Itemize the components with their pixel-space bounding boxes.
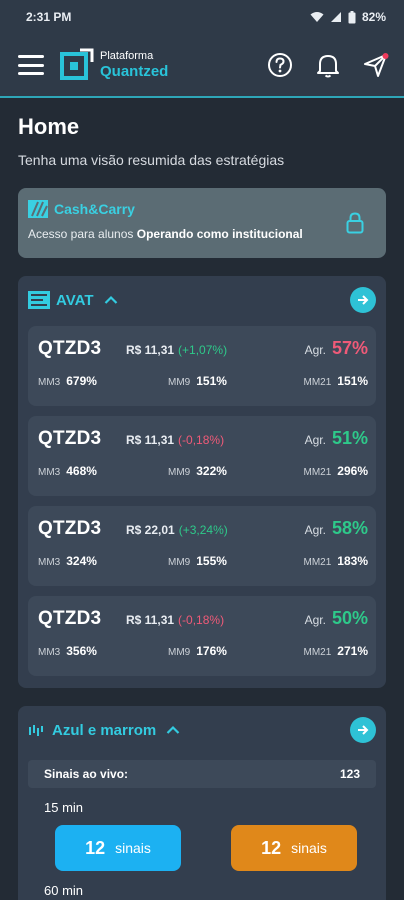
cash-carry-title: Cash&Carry [54, 201, 135, 217]
price-change: (-0,18%) [178, 433, 225, 447]
chevron-up-icon[interactable] [104, 295, 118, 305]
quantzed-logo-icon [60, 48, 94, 80]
live-signals-label: Sinais ao vivo: [44, 767, 129, 781]
menu-button[interactable] [18, 55, 44, 75]
stock-row[interactable]: QTZD3 R$ 11,31 (-0,18%) Agr. 51% MM3 468% MM9 32… [28, 416, 376, 496]
mm21-label: MM21 [303, 557, 332, 568]
aggression-value: 58% [331, 518, 368, 538]
page-subtitle: Tenha uma visão resumida das estratégias [18, 152, 285, 168]
mm21-label: MM21 [303, 467, 332, 478]
aggression-label: Agr. [304, 613, 326, 627]
send-button[interactable] [362, 51, 390, 79]
cash-carry-icon [28, 200, 48, 218]
arrow-right-icon [358, 295, 369, 305]
app-logo: Plataforma Quantzed [60, 48, 168, 82]
orange-signals-count: 12 [261, 837, 282, 858]
main-content: Home Tenha uma visão resumida das estrat… [0, 100, 404, 900]
cash-carry-card[interactable]: Cash&Carry Acesso para alunos Operando c… [18, 188, 386, 258]
mm9-label: MM9 [168, 557, 191, 568]
ticker: QTZD3 [38, 518, 102, 539]
stock-row[interactable]: QTZD3 R$ 22,01 (+3,24%) Agr. 58% MM3 324% MM9 15… [28, 506, 376, 586]
mm3-label: MM3 [38, 647, 61, 658]
aggression-value: 51% [331, 428, 368, 448]
mm9-label: MM9 [168, 377, 191, 388]
app-bar: Plataforma Quantzed [0, 34, 404, 98]
price-change: (+3,24%) [178, 523, 228, 537]
blue-signals-button[interactable]: 12 sinais [55, 825, 181, 871]
aggression-label: Agr. [304, 433, 326, 447]
mm21-value: 296% [337, 464, 368, 478]
price: R$ 11,31 [126, 433, 175, 447]
battery-percent: 82% [361, 10, 386, 24]
avat-icon [28, 291, 50, 309]
mm21-label: MM21 [303, 377, 332, 388]
azul-marrom-title: Azul e marrom [52, 721, 157, 739]
wifi-icon [310, 12, 324, 22]
mm21-value: 271% [337, 644, 368, 658]
blue-signals-text: sinais [115, 840, 151, 856]
mm3-value: 356% [66, 644, 97, 658]
avat-strategy-card: AVAT QTZD3 R$ 11,31 (+1,07%) Agr. 57% MM3 679%… [18, 276, 386, 688]
timeframe-label-15min: 15 min [44, 800, 84, 815]
aggression-value: 57% [331, 338, 368, 358]
price: R$ 11,31 [126, 613, 175, 627]
price: R$ 11,31 [126, 343, 175, 357]
ticker: QTZD3 [38, 428, 102, 449]
stock-row[interactable]: QTZD3 R$ 11,31 (+1,07%) Agr. 57% MM3 679% MM9 15… [28, 326, 376, 406]
bell-icon [317, 55, 339, 78]
mm3-label: MM3 [38, 377, 61, 388]
mm21-value: 151% [337, 374, 368, 388]
price-change: (-0,18%) [178, 613, 225, 627]
notifications-button[interactable] [314, 51, 342, 79]
mm3-label: MM3 [38, 467, 61, 478]
aggression-label: Agr. [304, 523, 326, 537]
aggression-value: 50% [331, 608, 368, 628]
mm9-label: MM9 [168, 467, 191, 478]
ticker: QTZD3 [38, 338, 102, 359]
aggression-label: Agr. [304, 343, 326, 357]
mm21-value: 183% [337, 554, 368, 568]
blue-signals-count: 12 [85, 837, 106, 858]
status-bar: 2:31 PM 82% [0, 0, 404, 34]
mm3-value: 468% [66, 464, 97, 478]
lock-icon [346, 212, 364, 234]
avat-title: AVAT [56, 291, 94, 309]
mm21-label: MM21 [303, 647, 332, 658]
status-time: 2:31 PM [26, 10, 72, 24]
azul-marrom-open-button[interactable] [350, 717, 376, 743]
signal-icon [330, 12, 341, 22]
mm3-label: MM3 [38, 557, 61, 568]
mm3-value: 324% [66, 554, 97, 568]
timeframe-label-60min: 60 min [44, 883, 84, 898]
mm9-value: 155% [196, 554, 227, 568]
send-icon [364, 53, 389, 77]
logo-small-text: Plataforma [100, 50, 154, 62]
mm3-value: 679% [66, 374, 97, 388]
avat-open-button[interactable] [350, 287, 376, 313]
help-icon [268, 53, 292, 77]
price: R$ 22,01 [126, 523, 175, 537]
azul-marrom-card: Azul e marrom Sinais ao vivo: 123 15 min… [18, 706, 386, 900]
live-signals-count: 123 [339, 767, 360, 781]
stock-row[interactable]: QTZD3 R$ 11,31 (-0,18%) Agr. 50% MM3 356% MM9 17… [28, 596, 376, 676]
orange-signals-text: sinais [291, 840, 327, 856]
status-icons: 82% [310, 10, 386, 24]
battery-icon [348, 10, 356, 23]
logo-brand-text: Quantzed [100, 63, 169, 80]
orange-signals-button[interactable]: 12 sinais [231, 825, 357, 871]
ticker: QTZD3 [38, 608, 102, 629]
candles-icon [29, 725, 43, 736]
live-signals-bar: Sinais ao vivo: 123 [28, 760, 376, 788]
mm9-value: 322% [196, 464, 227, 478]
price-change: (+1,07%) [178, 343, 228, 357]
cash-carry-description: Acesso para alunos Operando como institu… [28, 227, 303, 241]
arrow-right-icon [358, 725, 369, 735]
mm9-value: 176% [196, 644, 227, 658]
mm9-value: 151% [196, 374, 227, 388]
chevron-up-icon[interactable] [166, 725, 180, 735]
page-title: Home [18, 114, 80, 139]
mm9-label: MM9 [168, 647, 191, 658]
help-button[interactable] [266, 51, 294, 79]
